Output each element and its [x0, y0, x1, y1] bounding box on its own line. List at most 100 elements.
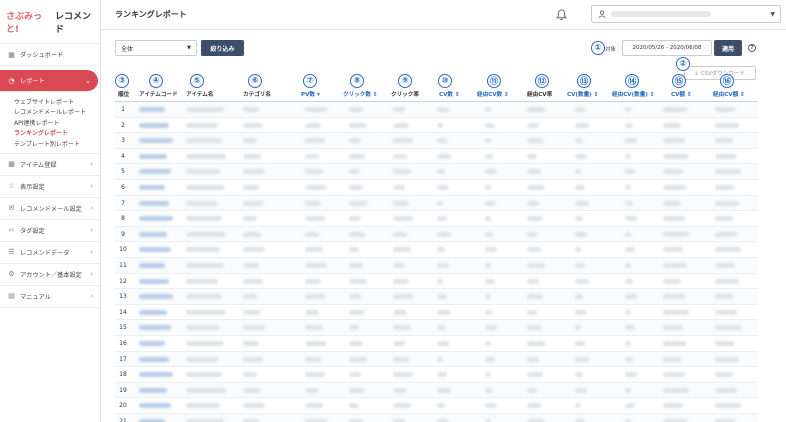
redacted-cell: [527, 325, 541, 331]
submenu-mail-report[interactable]: レコメンドメールレポート: [14, 107, 100, 118]
redacted-cell: [393, 372, 413, 378]
item-code-link-redacted[interactable]: [139, 309, 167, 315]
submenu-website-report[interactable]: ウェブサイトレポート: [14, 96, 100, 107]
item-code-link-redacted[interactable]: [139, 231, 167, 237]
sidebar-item-dashboard[interactable]: ▦ ダッシュボード: [0, 44, 100, 66]
table-body: 1 2 3 4 5 6 7 8 9 10 11 12 13 14 15 16 17 18 19 20 21: [115, 102, 758, 422]
item-code-link-redacted[interactable]: [139, 387, 167, 393]
table-row: 10: [115, 242, 758, 258]
table-row: 1: [115, 102, 758, 118]
period-date-range-input[interactable]: 2020/05/26 - 2020/06/08: [622, 40, 712, 56]
item-code-link-redacted[interactable]: [139, 247, 171, 253]
item-code-link-redacted[interactable]: [139, 122, 169, 128]
redacted-cell: [243, 184, 259, 190]
redacted-cell: [625, 325, 635, 331]
redacted-cell: [305, 231, 319, 237]
redacted-cell: [715, 216, 733, 222]
redacted-cell: [437, 184, 449, 190]
redacted-cell: [393, 294, 413, 300]
redacted-cell: [663, 309, 689, 315]
redacted-cell: [485, 231, 493, 237]
item-code-link-redacted[interactable]: [139, 216, 173, 222]
account-select[interactable]: ▼: [591, 5, 781, 23]
item-code-link-redacted[interactable]: [139, 340, 165, 346]
col-cv-qty-sort[interactable]: CV(数量) ⇕: [567, 90, 598, 98]
item-code-link-redacted[interactable]: [139, 372, 173, 378]
col-pv-sort[interactable]: PV数 ▾: [301, 90, 320, 98]
item-code-link-redacted[interactable]: [139, 403, 171, 409]
submenu-api-report[interactable]: API連携レポート: [14, 117, 100, 128]
rank-cell: 21: [119, 417, 127, 422]
redacted-cell: [625, 262, 631, 268]
sidebar-item-mail-settings[interactable]: ✉ レコメンドメール設定 ›: [0, 198, 100, 220]
item-code-link-redacted[interactable]: [139, 153, 167, 159]
col-cv-amount-sort[interactable]: CV額 ⇕: [671, 90, 692, 98]
help-icon[interactable]: ?: [748, 44, 756, 52]
redacted-cell: [715, 153, 737, 159]
col-via-cv-sort[interactable]: 経由CV数 ⇕: [477, 90, 509, 98]
redacted-cell: [186, 231, 226, 237]
redacted-cell: [575, 122, 589, 128]
redacted-cell: [575, 387, 587, 393]
col-cv-sort[interactable]: CV数 ⇕: [439, 90, 460, 98]
redacted-cell: [393, 278, 409, 284]
sidebar-item-display-settings[interactable]: ☆ 表示設定 ›: [0, 176, 100, 198]
col-via-cv-amount-sort[interactable]: 経由CV額 ⇕: [713, 90, 745, 98]
redacted-cell: [305, 309, 319, 315]
callout-6: ⑥: [248, 74, 262, 88]
table-row: 12: [115, 274, 758, 290]
item-code-link-redacted[interactable]: [139, 184, 165, 190]
redacted-cell: [305, 138, 325, 144]
scope-select[interactable]: 全体 ▼: [115, 40, 197, 56]
redacted-cell: [625, 107, 631, 112]
table-row: 18: [115, 367, 758, 383]
sidebar-item-item-register[interactable]: ▦ アイテム登録 ›: [0, 154, 100, 176]
bell-icon[interactable]: [556, 9, 567, 21]
sidebar-item-account-settings[interactable]: ⚙ アカウント／基本設定 ›: [0, 264, 100, 286]
col-via-cv-qty-sort[interactable]: 経由CV(数量) ⇕: [612, 90, 655, 98]
redacted-cell: [437, 372, 447, 378]
item-code-link-redacted[interactable]: [139, 107, 165, 112]
redacted-cell: [393, 309, 407, 315]
redacted-cell: [186, 403, 220, 409]
callout-5: ⑤: [190, 74, 204, 88]
callout-10: ⑩: [438, 74, 452, 88]
item-code-link-redacted[interactable]: [139, 278, 169, 284]
redacted-cell: [349, 325, 359, 331]
redacted-cell: [349, 387, 365, 393]
item-code-link-redacted[interactable]: [139, 294, 173, 300]
app-logo[interactable]: さぶみっと! レコメンド: [0, 0, 100, 44]
redacted-cell: [485, 169, 497, 175]
item-code-link-redacted[interactable]: [139, 169, 171, 175]
redacted-cell: [186, 107, 224, 112]
submenu-ranking-report[interactable]: ランキングレポート: [14, 128, 100, 139]
rank-cell: 18: [119, 371, 127, 379]
redacted-cell: [243, 107, 259, 112]
redacted-cell: [393, 184, 405, 190]
item-code-link-redacted[interactable]: [139, 356, 169, 362]
filter-button[interactable]: 絞り込み: [201, 40, 244, 56]
callout-3: ③: [115, 74, 129, 88]
item-code-link-redacted[interactable]: [139, 262, 165, 268]
item-code-link-redacted[interactable]: [139, 325, 171, 331]
sidebar-item-tag-settings[interactable]: ‹› タグ設定 ›: [0, 220, 100, 242]
col-clicks-sort[interactable]: クリック数 ⇕: [343, 90, 378, 98]
redacted-cell: [625, 231, 631, 237]
sidebar-item-recommend-data[interactable]: ☰ レコメンドデータ ›: [0, 242, 100, 264]
redacted-cell: [527, 153, 537, 159]
sidebar-item-report[interactable]: ◔ レポート ⌄: [0, 70, 98, 92]
rank-cell: 1: [121, 106, 125, 113]
item-code-link-redacted[interactable]: [139, 138, 173, 144]
redacted-cell: [393, 169, 411, 175]
redacted-cell: [437, 387, 451, 393]
redacted-cell: [437, 107, 449, 112]
sidebar-item-manual[interactable]: ▤ マニュアル ›: [0, 286, 100, 308]
item-code-link-redacted[interactable]: [139, 200, 169, 206]
submenu-template-report[interactable]: テンプレート別レポート: [14, 138, 100, 149]
logo-text-primary: さぶみっと!: [6, 11, 43, 35]
apply-button[interactable]: 適用: [714, 40, 742, 56]
redacted-cell: [663, 216, 685, 222]
redacted-cell: [305, 122, 321, 128]
redacted-cell: [485, 184, 491, 190]
redacted-cell: [437, 200, 443, 206]
